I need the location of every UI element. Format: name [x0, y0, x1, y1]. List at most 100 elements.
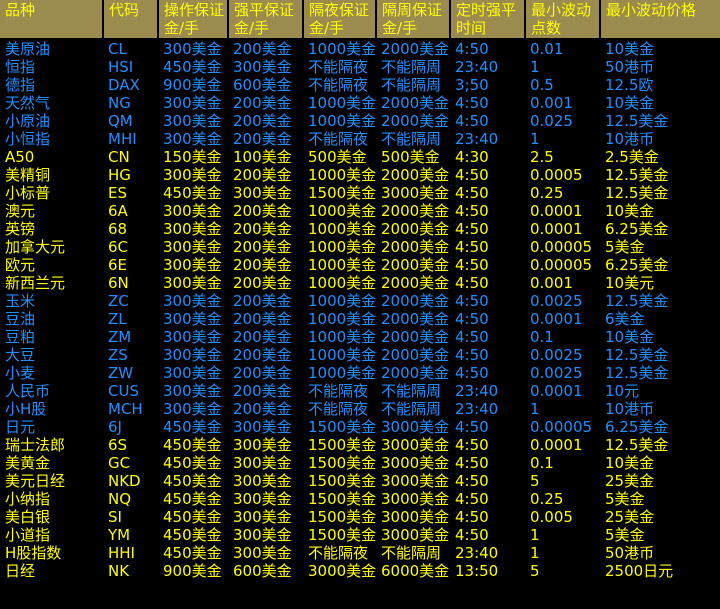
cell-3: 200美金 — [228, 166, 303, 184]
cell-6: 4:50 — [450, 526, 525, 544]
cell-3: 300美金 — [228, 436, 303, 454]
table-row: 小恒指 MHI 300美金 200美金 不能隔夜 不能隔周 23:40 1 10港币 — [0, 130, 720, 148]
cell-3: 200美金 — [228, 130, 303, 148]
cell-0: 小H股 — [0, 400, 103, 418]
cell-5: 不能隔周 — [376, 130, 450, 148]
cell-4: 1000美金 — [303, 166, 376, 184]
table-row: 日经 NK 900美金 600美金 3000美金 6000美金 13:50 5 2500日元 — [0, 562, 720, 580]
cell-1: ZL — [103, 310, 158, 328]
cell-3: 300美金 — [228, 526, 303, 544]
cell-3: 200美金 — [228, 274, 303, 292]
cell-3: 300美金 — [228, 418, 303, 436]
futures-margin-table: 品种 代码 操作保证 金/手 强平保证 金/手 隔夜保证 金/手 隔周保证 金/手 定时强平… — [0, 0, 720, 580]
cell-4: 1500美金 — [303, 436, 376, 454]
cell-5: 3000美金 — [376, 184, 450, 202]
cell-0: 加拿大元 — [0, 238, 103, 256]
cell-0: 美精铜 — [0, 166, 103, 184]
cell-4: 不能隔夜 — [303, 76, 376, 94]
cell-8: 10元 — [600, 382, 720, 400]
cell-5: 2000美金 — [376, 166, 450, 184]
table-row: A50 CN 150美金 100美金 500美金 500美金 4:30 2.5 2.5美金 — [0, 148, 720, 166]
cell-2: 300美金 — [158, 328, 228, 346]
cell-1: 6S — [103, 436, 158, 454]
cell-2: 300美金 — [158, 364, 228, 382]
cell-1: 6C — [103, 238, 158, 256]
cell-1: QM — [103, 112, 158, 130]
cell-3: 200美金 — [228, 39, 303, 58]
cell-8: 10港币 — [600, 400, 720, 418]
cell-7: 0.1 — [525, 454, 600, 472]
cell-8: 12.5美金 — [600, 346, 720, 364]
cell-7: 1 — [525, 526, 600, 544]
cell-3: 200美金 — [228, 346, 303, 364]
cell-7: 0.001 — [525, 274, 600, 292]
cell-1: HG — [103, 166, 158, 184]
cell-0: 小道指 — [0, 526, 103, 544]
table-row: 澳元 6A 300美金 200美金 1000美金 2000美金 4:50 0.0001 10美金 — [0, 202, 720, 220]
cell-1: ES — [103, 184, 158, 202]
cell-0: 日元 — [0, 418, 103, 436]
table-row: 日元 6J 450美金 300美金 1500美金 3000美金 4:50 0.00005 6.2… — [0, 418, 720, 436]
cell-0: 恒指 — [0, 58, 103, 76]
cell-6: 4:50 — [450, 364, 525, 382]
cell-8: 25美金 — [600, 472, 720, 490]
cell-3: 300美金 — [228, 472, 303, 490]
cell-1: MHI — [103, 130, 158, 148]
cell-1: NQ — [103, 490, 158, 508]
cell-1: ZW — [103, 364, 158, 382]
cell-3: 300美金 — [228, 544, 303, 562]
cell-2: 300美金 — [158, 400, 228, 418]
cell-7: 0.25 — [525, 490, 600, 508]
cell-3: 600美金 — [228, 76, 303, 94]
cell-8: 12.5美金 — [600, 112, 720, 130]
cell-4: 不能隔夜 — [303, 382, 376, 400]
cell-7: 0.00005 — [525, 238, 600, 256]
cell-4: 1000美金 — [303, 202, 376, 220]
column-header-8: 最小波动价格 — [600, 0, 720, 40]
cell-2: 450美金 — [158, 508, 228, 526]
cell-2: 300美金 — [158, 256, 228, 274]
cell-4: 1500美金 — [303, 490, 376, 508]
cell-4: 1500美金 — [303, 454, 376, 472]
cell-3: 100美金 — [228, 148, 303, 166]
cell-4: 不能隔夜 — [303, 58, 376, 76]
cell-0: 小标普 — [0, 184, 103, 202]
cell-0: H股指数 — [0, 544, 103, 562]
cell-3: 200美金 — [228, 382, 303, 400]
cell-1: NG — [103, 94, 158, 112]
cell-0: 日经 — [0, 562, 103, 580]
cell-5: 500美金 — [376, 148, 450, 166]
cell-8: 10港币 — [600, 130, 720, 148]
cell-0: 小麦 — [0, 364, 103, 382]
cell-5: 2000美金 — [376, 220, 450, 238]
cell-5: 2000美金 — [376, 328, 450, 346]
cell-6: 4:50 — [450, 184, 525, 202]
cell-7: 0.5 — [525, 76, 600, 94]
cell-4: 1000美金 — [303, 238, 376, 256]
table-row: 欧元 6E 300美金 200美金 1000美金 2000美金 4:50 0.00005 6.2… — [0, 256, 720, 274]
cell-2: 300美金 — [158, 220, 228, 238]
cell-2: 300美金 — [158, 274, 228, 292]
cell-6: 4:50 — [450, 238, 525, 256]
cell-8: 6美金 — [600, 310, 720, 328]
cell-8: 6.25美金 — [600, 220, 720, 238]
cell-4: 1500美金 — [303, 508, 376, 526]
cell-0: 豆粕 — [0, 328, 103, 346]
cell-2: 450美金 — [158, 526, 228, 544]
cell-0: 澳元 — [0, 202, 103, 220]
cell-7: 0.0001 — [525, 220, 600, 238]
cell-2: 450美金 — [158, 544, 228, 562]
cell-3: 300美金 — [228, 58, 303, 76]
cell-7: 0.0001 — [525, 310, 600, 328]
table-row: 美白银 SI 450美金 300美金 1500美金 3000美金 4:50 0.005 25美金 — [0, 508, 720, 526]
cell-1: YM — [103, 526, 158, 544]
cell-1: 6E — [103, 256, 158, 274]
cell-6: 4:50 — [450, 454, 525, 472]
cell-6: 4:50 — [450, 292, 525, 310]
cell-5: 3000美金 — [376, 454, 450, 472]
cell-5: 2000美金 — [376, 112, 450, 130]
cell-2: 900美金 — [158, 562, 228, 580]
cell-5: 不能隔周 — [376, 58, 450, 76]
column-header-5: 隔周保证 金/手 — [376, 0, 451, 40]
cell-6: 4:50 — [450, 436, 525, 454]
